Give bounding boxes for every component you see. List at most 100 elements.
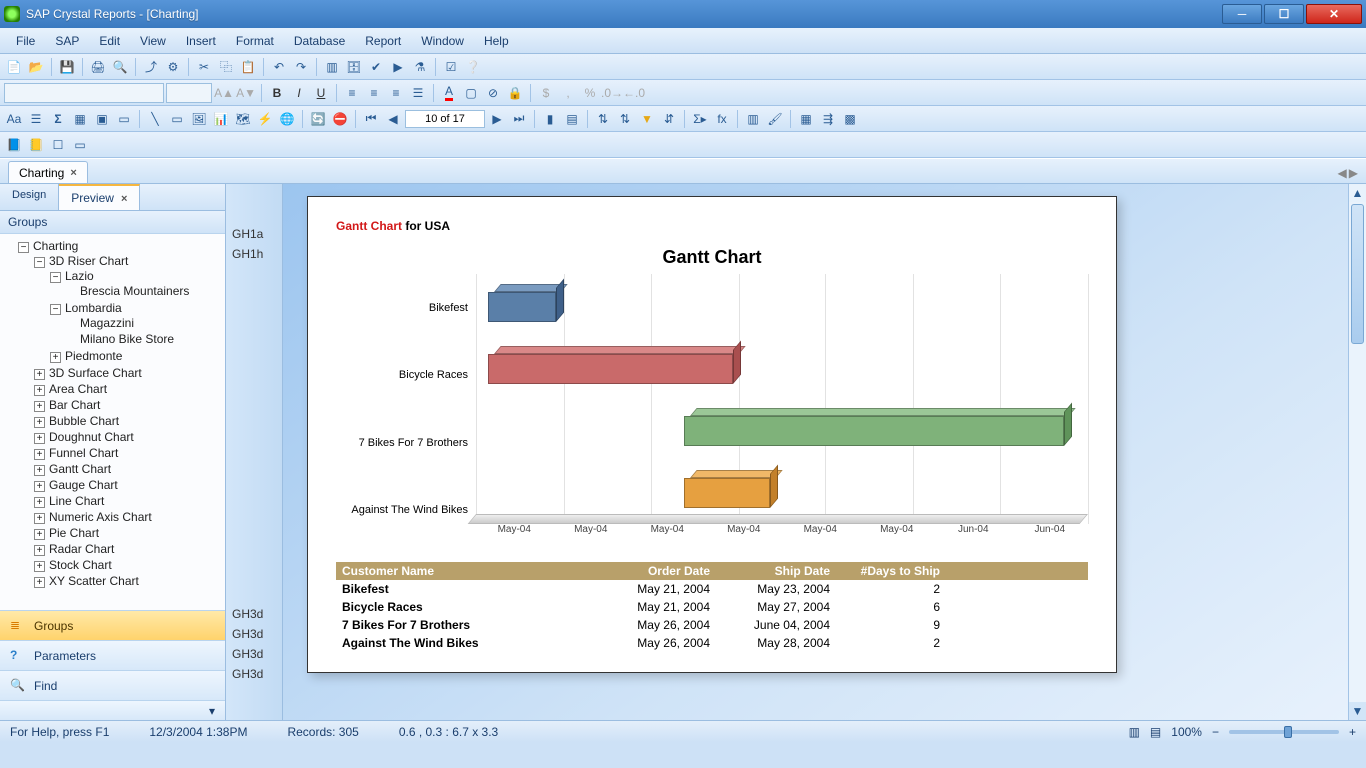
layout-icon[interactable]: ▥ — [1129, 725, 1140, 739]
print-preview-button[interactable] — [110, 57, 130, 77]
tree-node-bar[interactable]: Bar Chart — [49, 398, 100, 412]
add-to-repo-button[interactable]: ▭ — [70, 135, 90, 155]
tree-node-lombardia[interactable]: Lombardia — [65, 301, 122, 315]
help-button[interactable] — [463, 57, 483, 77]
close-button[interactable]: ✕ — [1306, 4, 1362, 24]
tree-node-lazio[interactable]: Lazio — [65, 269, 94, 283]
gantt-bar-bicycle-races[interactable] — [488, 346, 733, 384]
tree-leaf-milano[interactable]: Milano Bike Store — [80, 332, 174, 346]
tree-collapse-icon[interactable]: − — [34, 257, 45, 268]
run-button[interactable]: ▶ — [388, 57, 408, 77]
section-gh3d[interactable]: GH3d — [226, 664, 282, 684]
section-gh1h[interactable]: GH1h — [226, 244, 282, 264]
font-size-dropdown[interactable] — [166, 83, 212, 103]
tab-preview[interactable]: Preview × — [59, 184, 140, 210]
align-right-button[interactable] — [386, 83, 406, 103]
stack-parameters-button[interactable]: Parameters — [0, 640, 225, 670]
minimize-button[interactable]: ─ — [1222, 4, 1262, 24]
tree-collapse-icon[interactable]: − — [50, 272, 61, 283]
options-button[interactable]: ⚙ — [163, 57, 183, 77]
running-total-button[interactable]: Σ▸ — [690, 109, 710, 129]
last-page-button[interactable] — [509, 109, 529, 129]
menu-report[interactable]: Report — [355, 30, 411, 52]
tab-scroll-left-icon[interactable]: ◀ — [1338, 166, 1347, 180]
filter-button[interactable] — [637, 109, 657, 129]
tree-node-line[interactable]: Line Chart — [49, 494, 104, 508]
highlight-expert-button[interactable]: ▮ — [540, 109, 560, 129]
insert-summary-button[interactable] — [48, 109, 68, 129]
save-button[interactable] — [57, 57, 77, 77]
menu-window[interactable]: Window — [411, 30, 474, 52]
tree-expand-icon[interactable]: + — [34, 465, 45, 476]
gantt-bar-bikefest[interactable] — [488, 284, 555, 322]
font-family-dropdown[interactable] — [4, 83, 164, 103]
tab-design[interactable]: Design — [0, 184, 59, 210]
decrease-decimals-button[interactable]: ←.0 — [624, 83, 644, 103]
tree-expand-icon[interactable]: + — [34, 433, 45, 444]
workbench-open-button[interactable] — [26, 135, 46, 155]
close-preview-icon[interactable]: × — [121, 193, 127, 205]
tree-expand-icon[interactable]: + — [34, 401, 45, 412]
toggle-panel-button[interactable]: ▥ — [322, 57, 342, 77]
verify-database-button[interactable]: ✔ — [366, 57, 386, 77]
tree-expand-icon[interactable]: + — [34, 529, 45, 540]
section-expert-button[interactable]: ▤ — [562, 109, 582, 129]
tree-expand-icon[interactable]: + — [34, 369, 45, 380]
gantt-bar-7-bikes[interactable] — [684, 408, 1063, 446]
insert-crosstab-button[interactable] — [70, 109, 90, 129]
find-in-repo-button[interactable]: ☐ — [48, 135, 68, 155]
increase-font-button[interactable]: A▲ — [214, 83, 234, 103]
bold-button[interactable] — [267, 83, 287, 103]
tree-node-area[interactable]: Area Chart — [49, 382, 107, 396]
database-expert-button[interactable] — [344, 57, 364, 77]
insert-flash-button[interactable]: ⚡ — [255, 109, 275, 129]
scroll-up-icon[interactable]: ▲ — [1349, 184, 1366, 202]
currency-button[interactable]: $ — [536, 83, 556, 103]
tree-leaf-magazzini[interactable]: Magazzini — [80, 316, 134, 330]
repository-button[interactable]: ▩ — [840, 109, 860, 129]
insert-group-button[interactable]: ☰ — [26, 109, 46, 129]
tree-expand-icon[interactable]: + — [34, 577, 45, 588]
first-page-button[interactable] — [361, 109, 381, 129]
tree-expand-icon[interactable]: + — [34, 385, 45, 396]
sort-asc-button[interactable] — [593, 109, 613, 129]
menu-file[interactable]: File — [6, 30, 45, 52]
record-sort-button[interactable]: ⇵ — [659, 109, 679, 129]
suppress-button[interactable]: ⊘ — [483, 83, 503, 103]
tree-leaf-brescia[interactable]: Brescia Mountainers — [80, 284, 189, 298]
cut-button[interactable] — [194, 57, 214, 77]
tree-expand-icon[interactable]: + — [34, 545, 45, 556]
borders-button[interactable]: ▢ — [461, 83, 481, 103]
prev-page-button[interactable] — [383, 109, 403, 129]
group-tree[interactable]: −Charting −3D Riser Chart −Lazio Brescia… — [0, 234, 225, 610]
refresh-button[interactable] — [308, 109, 328, 129]
insert-web-button[interactable] — [277, 109, 297, 129]
insert-box-button[interactable]: ▭ — [167, 109, 187, 129]
lock-format-button[interactable]: 🔒 — [505, 83, 525, 103]
stack-find-button[interactable]: Find — [0, 670, 225, 700]
tree-node-numeric-axis[interactable]: Numeric Axis Chart — [49, 510, 152, 524]
redo-button[interactable] — [291, 57, 311, 77]
zoom-slider[interactable] — [1229, 730, 1339, 734]
tree-collapse-icon[interactable]: − — [50, 304, 61, 315]
report-canvas[interactable]: Gantt Chart for USA Gantt Chart Bikefest… — [282, 184, 1348, 720]
format-painter-button[interactable]: 🖌 — [765, 109, 785, 129]
vertical-scrollbar[interactable]: ▲ ▼ — [1348, 184, 1366, 720]
document-tab-charting[interactable]: Charting × — [8, 161, 88, 183]
scroll-track[interactable] — [1349, 202, 1366, 702]
stop-button[interactable] — [330, 109, 350, 129]
close-tab-icon[interactable]: × — [70, 167, 76, 179]
insert-text-button[interactable]: Aa — [4, 109, 24, 129]
page-layout-icon[interactable]: ▤ — [1150, 725, 1161, 739]
section-gh3d[interactable]: GH3d — [226, 604, 282, 624]
insert-picture-button[interactable]: 🖼 — [189, 109, 209, 129]
tree-node-radar[interactable]: Radar Chart — [49, 542, 114, 556]
undo-button[interactable] — [269, 57, 289, 77]
tree-node-xy-scatter[interactable]: XY Scatter Chart — [49, 574, 139, 588]
decrease-font-button[interactable]: A▼ — [236, 83, 256, 103]
tree-expand-icon[interactable]: + — [34, 497, 45, 508]
percent-button[interactable]: % — [580, 83, 600, 103]
report-page[interactable]: Gantt Chart for USA Gantt Chart Bikefest… — [307, 196, 1117, 673]
copy-button[interactable] — [216, 57, 236, 77]
underline-button[interactable] — [311, 83, 331, 103]
